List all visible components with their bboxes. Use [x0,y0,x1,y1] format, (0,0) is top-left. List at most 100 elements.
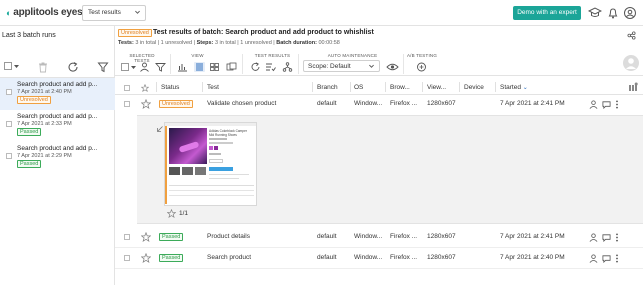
select-menu-chevron-icon[interactable] [14,65,19,69]
row-checkbox[interactable] [124,255,130,261]
list-view-icon[interactable] [194,62,205,72]
test-name[interactable]: Product details [207,228,250,246]
assignee-icon[interactable] [589,233,598,242]
batch-checkbox[interactable] [6,121,12,127]
batch-date: 7 Apr 2021 at 2:40 PM [17,89,72,95]
column-started[interactable]: Started ⌄ [500,84,528,91]
user-profile-icon[interactable] [623,6,637,20]
column-os[interactable]: OS [354,84,363,91]
column-branch[interactable]: Branch [317,84,338,91]
step-star-icon[interactable] [167,209,176,218]
test-name[interactable]: Search product [207,249,251,267]
column-test[interactable]: Test [207,84,219,91]
assign-user-icon[interactable] [139,62,150,72]
logo-text: applitools eyes [13,7,83,18]
product-image [169,128,207,164]
view-select-value: Test results [88,9,121,16]
batch-date: 7 Apr 2021 at 2:29 PM [17,153,72,159]
avatar[interactable] [623,55,639,71]
chevron-down-icon [369,64,374,68]
column-status[interactable]: Status [161,84,179,91]
step-count: 1/1 [179,210,189,217]
rerun-icon[interactable] [250,62,261,72]
sort-descending-icon: ⌄ [522,85,528,91]
browser-value: Firefox ... [390,233,418,240]
comment-icon[interactable] [602,233,611,242]
os-value: Window... [354,254,383,261]
tests-unresolved: 1 unresolved [160,40,193,46]
batch-name: Search product and add p... [17,145,98,152]
viewport-value: 1280x607 [427,233,456,240]
batch-item-3[interactable]: Search product and add p... 7 Apr 2021 a… [0,142,115,174]
column-device[interactable]: Device [464,84,484,91]
header-checkbox[interactable] [124,85,130,91]
user-avatar-icon [626,58,636,69]
row-checkbox[interactable] [124,101,130,107]
comment-icon[interactable] [602,100,611,109]
column-browser[interactable]: Brow... [390,84,410,91]
viewport-value: 1280x607 [427,254,456,261]
steps-label: Steps: [196,40,214,46]
more-options-icon[interactable] [615,233,619,242]
demo-with-expert-button[interactable]: Demo with an expert [513,6,581,20]
step-thumbnail[interactable]: Adidas Colorblock Camper Mid Running Sho… [164,122,257,206]
delete-icon[interactable] [37,61,49,73]
refresh-icon[interactable] [67,61,79,73]
toolbar-group-auto-maintenance: AUTO MAINTENANCE [327,53,378,58]
scope-select[interactable]: Scope: Default [303,60,380,72]
table-row[interactable]: Unresolved Validate chosen product defau… [115,95,643,113]
os-value: Window... [354,233,383,240]
ab-testing-icon[interactable] [416,62,427,72]
compare-view-icon[interactable] [226,62,237,72]
row-checkbox[interactable] [124,234,130,240]
filter-icon[interactable] [97,61,109,73]
batch-checkbox[interactable] [6,89,12,95]
select-tests-checkbox[interactable] [121,63,129,71]
test-name[interactable]: Validate chosen product [207,95,276,113]
more-options-icon[interactable] [615,100,619,109]
star-header-icon[interactable] [141,84,149,92]
branch-value: default [317,254,337,261]
merge-branch-icon[interactable] [282,62,293,72]
star-icon[interactable] [141,232,151,242]
graduation-cap-icon[interactable] [588,6,602,20]
batch-item-1[interactable]: Search product and add p... 7 Apr 2021 a… [0,78,115,110]
bell-icon[interactable] [606,6,620,20]
batch-checkbox[interactable] [6,153,12,159]
more-options-icon[interactable] [615,254,619,263]
applitools-logo[interactable]: ◐ applitools eyes [6,7,83,18]
diff-indicator [165,126,167,204]
os-value: Window... [354,100,383,107]
assignee-icon[interactable] [589,254,598,263]
accept-results-icon[interactable] [265,62,276,72]
star-icon[interactable] [141,253,151,263]
filter-tests-icon[interactable] [155,62,166,72]
assignee-icon[interactable] [589,100,598,109]
duration-value: 00:00:58 [318,40,340,46]
grid-view-icon[interactable] [209,62,220,72]
select-tests-chevron-icon[interactable] [131,66,136,70]
eye-icon[interactable] [386,62,399,72]
column-viewport[interactable]: View... [427,84,446,91]
collapse-icon[interactable] [157,126,163,132]
toolbar-group-test-results: TEST RESULTS [254,53,291,58]
star-icon[interactable] [141,99,151,109]
comment-icon[interactable] [602,254,611,263]
started-value: 7 Apr 2021 at 2:41 PM [500,100,565,107]
browser-value: Firefox ... [390,100,418,107]
batch-item-2[interactable]: Search product and add p... 7 Apr 2021 a… [0,110,115,142]
table-row[interactable]: Passed Product details default Window...… [115,228,643,246]
tests-value: 3 in total [135,40,157,46]
thumb-product-title: Adidas Colorblock Camper Mid Running Sho… [209,129,247,137]
chart-view-icon[interactable] [177,62,188,72]
select-all-checkbox[interactable] [4,62,12,70]
branch-value: default [317,100,337,107]
share-icon[interactable] [627,31,636,40]
chevron-down-icon [135,10,140,14]
columns-settings-icon[interactable] [628,82,638,92]
scope-select-value: Scope: Default [308,63,351,70]
view-select[interactable]: Test results [82,5,146,21]
started-value: 7 Apr 2021 at 2:41 PM [500,233,565,240]
toolbar-group-view: VIEW [191,53,204,58]
table-row[interactable]: Passed Search product default Window... … [115,249,643,267]
